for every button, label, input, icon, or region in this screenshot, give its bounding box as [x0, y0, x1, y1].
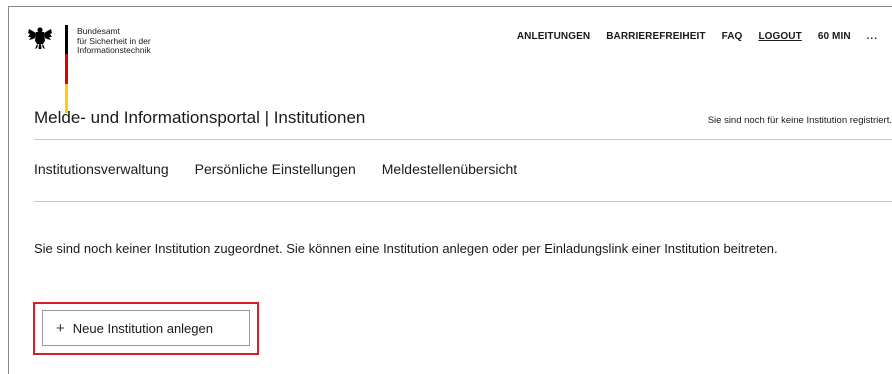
nav-barrierefreiheit[interactable]: BARRIEREFREIHEIT	[606, 31, 705, 42]
federal-eagle-icon	[28, 27, 52, 49]
agency-line: Informationstechnik	[77, 45, 151, 55]
main-navigation: Institutionsverwaltung Persönliche Einst…	[34, 161, 517, 177]
new-institution-button[interactable]: + Neue Institution anlegen	[42, 310, 250, 346]
app-frame: Bundesamt für Sicherheit in der Informat…	[8, 6, 892, 374]
more-menu-icon[interactable]: ...	[867, 31, 878, 42]
portal-title: Melde- und Informationsportal | Institut…	[34, 108, 366, 127]
german-flag-bar	[65, 25, 68, 113]
tab-persoenliche-einstellungen[interactable]: Persönliche Einstellungen	[195, 161, 356, 177]
nav-anleitungen[interactable]: ANLEITUNGEN	[517, 31, 590, 42]
top-navigation: ANLEITUNGEN BARRIEREFREIHEIT FAQ LOGOUT …	[517, 31, 878, 42]
tab-meldestellenuebersicht[interactable]: Meldestellenübersicht	[382, 161, 517, 177]
session-timer[interactable]: 60 MIN	[818, 31, 851, 42]
tab-institutionsverwaltung[interactable]: Institutionsverwaltung	[34, 161, 169, 177]
divider	[34, 201, 892, 202]
new-institution-label: Neue Institution anlegen	[72, 320, 213, 336]
logout-link[interactable]: LOGOUT	[758, 31, 801, 42]
agency-name: Bundesamt für Sicherheit in der Informat…	[77, 26, 151, 56]
plus-icon: +	[56, 319, 65, 337]
registration-status: Sie sind noch für keine Institution regi…	[707, 115, 892, 126]
divider	[34, 139, 892, 140]
bsi-logo: Bundesamt für Sicherheit in der Informat…	[27, 25, 151, 113]
no-institution-message: Sie sind noch keiner Institution zugeord…	[34, 241, 778, 256]
nav-faq[interactable]: FAQ	[722, 31, 743, 42]
